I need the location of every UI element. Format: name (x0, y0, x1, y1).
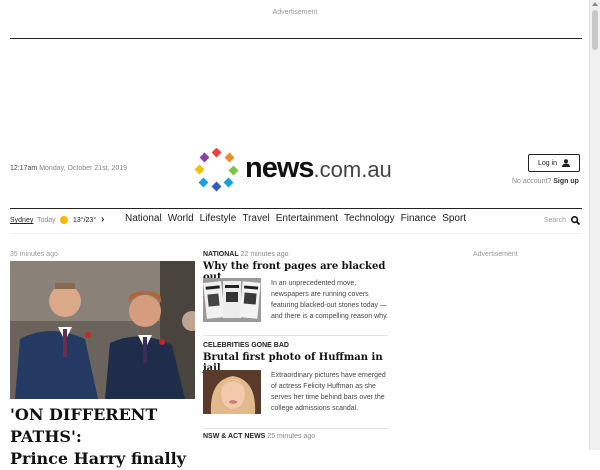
nav-item-finance[interactable]: Finance (401, 213, 437, 224)
feature-headline-line2: Prince Harry finally (10, 449, 186, 468)
feature-story[interactable]: 35 minutes ago 'ON DIFFERENT PATHS': Pri (10, 251, 195, 468)
logo-dots-icon (195, 148, 239, 192)
main-navigation: Sydney Today 13°/23° › National World Li… (10, 208, 582, 234)
header-date: Monday, October 21st, 2019 (39, 165, 128, 172)
story-divider (203, 335, 388, 336)
scrollbar[interactable] (589, 0, 600, 450)
story-kicker: CELEBRITIES GONE BAD (203, 342, 388, 349)
newspapers-image (203, 278, 261, 322)
signup-prompt: No account? Sign up (512, 178, 579, 185)
scrollbar-thumb[interactable] (592, 10, 598, 50)
header-time: 12:17am (10, 165, 38, 172)
story-category: NATIONAL (203, 251, 239, 258)
weather-temps: 13°/23° (73, 217, 97, 224)
story-time: 22 minutes ago (240, 251, 289, 258)
login-button[interactable]: Log in (528, 154, 580, 172)
story-summary: Extraordinary pictures have emerged of a… (271, 372, 386, 412)
search-control[interactable]: Search (544, 216, 580, 225)
no-account-text: No account? (512, 178, 552, 185)
feature-time: 35 minutes ago (10, 251, 58, 258)
signup-link[interactable]: Sign up (553, 178, 579, 185)
story-kicker: NSW & ACT NEWS 25 minutes ago (203, 433, 388, 440)
top-divider (10, 38, 582, 39)
nav-item-national[interactable]: National (125, 213, 162, 224)
nav-item-travel[interactable]: Travel (242, 213, 269, 224)
nav-item-world[interactable]: World (168, 213, 194, 224)
story-category: NSW & ACT NEWS (203, 433, 266, 440)
site-logo[interactable]: news.com.au (195, 148, 405, 192)
search-icon[interactable] (571, 216, 580, 225)
advertisement-label: Advertisement (272, 9, 318, 16)
nav-item-entertainment[interactable]: Entertainment (276, 213, 338, 224)
nav-item-sport[interactable]: Sport (442, 213, 466, 224)
story-kicker: NATIONAL 22 minutes ago (203, 251, 388, 258)
logo-wordmark: news.com.au (245, 152, 392, 185)
story-card[interactable]: NATIONAL 22 minutes ago Why the front pa… (203, 251, 388, 336)
feature-photo-art (10, 261, 195, 399)
search-label: Search (543, 217, 566, 224)
story-card[interactable]: CELEBRITIES GONE BAD Brutal first photo … (203, 342, 388, 429)
feature-headline-line1: 'ON DIFFERENT PATHS': (10, 405, 158, 446)
nav-item-lifestyle[interactable]: Lifestyle (200, 213, 237, 224)
feature-photo[interactable] (10, 261, 195, 399)
story-thumbnail[interactable] (203, 370, 261, 414)
story-card[interactable]: NSW & ACT NEWS 25 minutes ago (203, 433, 388, 440)
nav-item-technology[interactable]: Technology (344, 213, 395, 224)
story-summary: In an unprecedented move, newspapers are… (271, 280, 388, 320)
nav-links: National World Lifestyle Travel Entertai… (125, 213, 466, 224)
logo-suffix-text: .com.au (313, 157, 392, 182)
user-icon (562, 159, 571, 167)
scroll-up-arrow-icon[interactable] (592, 2, 598, 6)
feature-headline[interactable]: 'ON DIFFERENT PATHS': Prince Harry final… (10, 404, 200, 470)
huffman-photo (203, 370, 261, 414)
sidebar-advertisement-label: Advertisement (473, 251, 518, 258)
login-button-label: Log in (537, 159, 558, 167)
story-divider (203, 428, 388, 429)
weather-today-label: Today (37, 217, 56, 224)
story-category: CELEBRITIES GONE BAD (203, 342, 289, 349)
story-thumbnail[interactable] (203, 278, 261, 322)
logo-main-text: news (245, 152, 315, 184)
sun-icon (60, 216, 68, 224)
chevron-right-icon[interactable]: › (101, 214, 104, 225)
weather-city[interactable]: Sydney (10, 217, 33, 224)
header-timestamp: 12:17am Monday, October 21st, 2019 (10, 165, 127, 172)
story-time: 25 minutes ago (267, 433, 316, 440)
